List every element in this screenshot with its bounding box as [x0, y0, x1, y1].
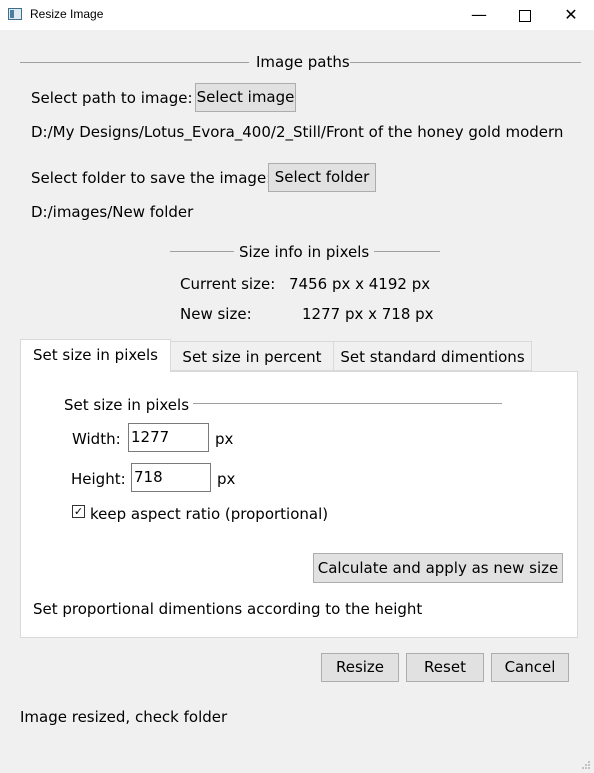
window-title: Resize Image — [30, 7, 104, 21]
select-folder-label: Select folder to save the image: — [31, 169, 272, 187]
resize-grip-icon[interactable] — [581, 760, 591, 770]
group-line-left — [20, 62, 249, 63]
check-icon: ✓ — [73, 505, 84, 518]
minimize-icon: — — [471, 5, 487, 24]
size-info-title: Size info in pixels — [239, 243, 370, 261]
cancel-button[interactable]: Cancel — [491, 653, 569, 682]
width-input[interactable]: 1277 — [128, 423, 209, 452]
resize-button[interactable]: Resize — [321, 653, 399, 682]
new-size-value: 1277 px x 718 px — [302, 305, 434, 323]
pixels-group-line — [193, 403, 502, 404]
height-unit: px — [217, 470, 236, 488]
minimize-button[interactable]: — — [456, 0, 502, 30]
tab-size-in-percent[interactable]: Set size in percent — [170, 341, 334, 371]
current-size-value: 7456 px x 4192 px — [289, 275, 431, 293]
maximize-button[interactable] — [502, 0, 548, 30]
proportional-hint-text: Set proportional dimentions according to… — [33, 600, 423, 618]
tab-standard-dimentions[interactable]: Set standard dimentions — [333, 341, 532, 371]
status-text: Image resized, check folder — [20, 708, 228, 726]
pixels-group-title: Set size in pixels — [64, 396, 190, 414]
new-size-label: New size: — [180, 305, 252, 323]
app-window-icon — [8, 8, 22, 20]
width-label: Width: — [72, 430, 121, 448]
tab-size-in-pixels[interactable]: Set size in pixels — [20, 339, 171, 372]
current-size-label: Current size: — [180, 275, 276, 293]
size-info-line-left — [170, 251, 234, 252]
keep-aspect-label[interactable]: keep aspect ratio (proportional) — [90, 505, 328, 523]
height-label: Height: — [71, 470, 126, 488]
close-icon: ✕ — [564, 5, 578, 24]
select-image-button[interactable]: Select image — [195, 83, 296, 112]
select-image-label: Select path to image: — [31, 89, 193, 107]
size-info-line-right — [374, 251, 440, 252]
folder-path-text: D:/images/New folder — [31, 203, 194, 221]
calculate-apply-button[interactable]: Calculate and apply as new size — [313, 553, 563, 583]
image-path-text: D:/My Designs/Lotus_Evora_400/2_Still/Fr… — [31, 123, 564, 141]
keep-aspect-checkbox[interactable]: ✓ — [72, 505, 85, 518]
group-line-right — [350, 62, 581, 63]
close-button[interactable]: ✕ — [548, 0, 594, 30]
title-bar: Resize Image — ✕ — [0, 0, 594, 30]
width-unit: px — [215, 430, 234, 448]
maximize-icon — [519, 9, 531, 22]
image-paths-title: Image paths — [256, 53, 350, 71]
reset-button[interactable]: Reset — [406, 653, 484, 682]
height-input[interactable]: 718 — [131, 463, 211, 492]
select-folder-button[interactable]: Select folder — [268, 163, 376, 192]
